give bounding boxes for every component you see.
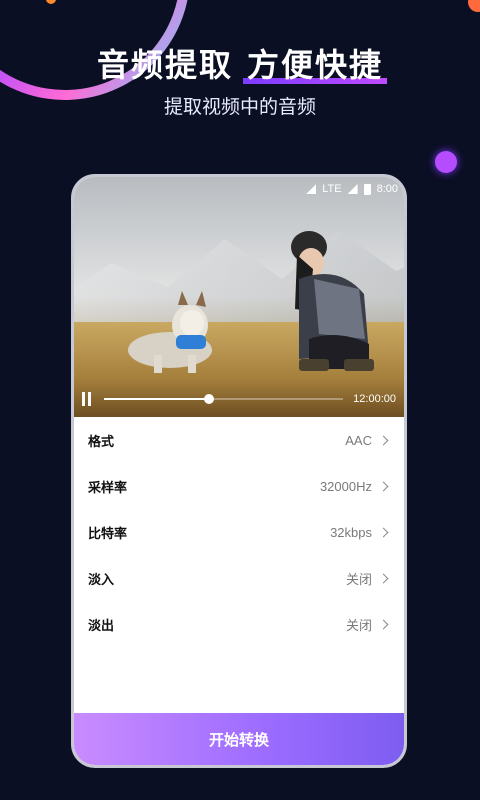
setting-row-format[interactable]: 格式 AAC — [74, 417, 404, 463]
setting-label: 采样率 — [88, 479, 128, 495]
headline-part1: 音频提取 — [96, 47, 233, 83]
chevron-right-icon — [378, 573, 389, 583]
wifi-icon — [347, 184, 358, 194]
decorative-dot — [435, 151, 457, 173]
setting-label: 淡出 — [88, 617, 115, 633]
dog-figure — [128, 291, 212, 373]
chevron-right-icon — [378, 619, 389, 629]
setting-label: 比特率 — [88, 525, 128, 541]
player-controls: 12:00:00 — [74, 381, 404, 417]
setting-value: 32kbps — [330, 524, 372, 540]
setting-row-fade-out[interactable]: 淡出 关闭 — [74, 601, 404, 647]
progress-fill — [104, 398, 210, 400]
chevron-right-icon — [378, 435, 389, 445]
setting-label: 格式 — [88, 433, 115, 449]
headline-part2: 方便快捷 — [247, 47, 384, 83]
status-bar: LTE 8:00 — [306, 183, 398, 195]
chevron-right-icon — [378, 481, 389, 491]
pause-icon[interactable] — [82, 392, 94, 406]
progress-track[interactable] — [104, 394, 344, 404]
network-label: LTE — [322, 183, 342, 195]
person-figure — [291, 231, 374, 371]
settings-list: 格式 AAC 采样率 32000Hz 比特率 32kbps 淡入 关闭 淡出 关… — [74, 417, 404, 647]
setting-label: 淡入 — [88, 571, 115, 587]
subtitle: 提取视频中的音频 — [163, 97, 316, 118]
headline: 音频提取 方便快捷 — [0, 40, 480, 86]
setting-row-bitrate[interactable]: 比特率 32kbps — [74, 509, 404, 555]
signal-icon — [306, 184, 317, 194]
decorative-dot — [468, 0, 480, 12]
progress-knob[interactable] — [204, 394, 215, 404]
battery-icon — [363, 183, 371, 195]
setting-row-sample-rate[interactable]: 采样率 32000Hz — [74, 463, 404, 509]
setting-value: 关闭 — [345, 617, 372, 633]
headline-part2-wrap: 方便快捷 — [243, 40, 388, 86]
start-convert-button[interactable]: 开始转换 — [74, 713, 404, 765]
duration-label: 12:00:00 — [353, 393, 396, 405]
phone-frame: LTE 8:00 12:00:00 格式 AAC 采样率 32000Hz 比特率… — [71, 174, 407, 768]
setting-row-fade-in[interactable]: 淡入 关闭 — [74, 555, 404, 601]
setting-value: AAC — [345, 432, 372, 448]
status-time: 8:00 — [376, 183, 398, 195]
setting-value: 关闭 — [345, 571, 372, 587]
chevron-right-icon — [378, 527, 389, 537]
setting-value: 32000Hz — [319, 478, 372, 494]
video-player[interactable]: LTE 8:00 12:00:00 — [74, 177, 404, 417]
